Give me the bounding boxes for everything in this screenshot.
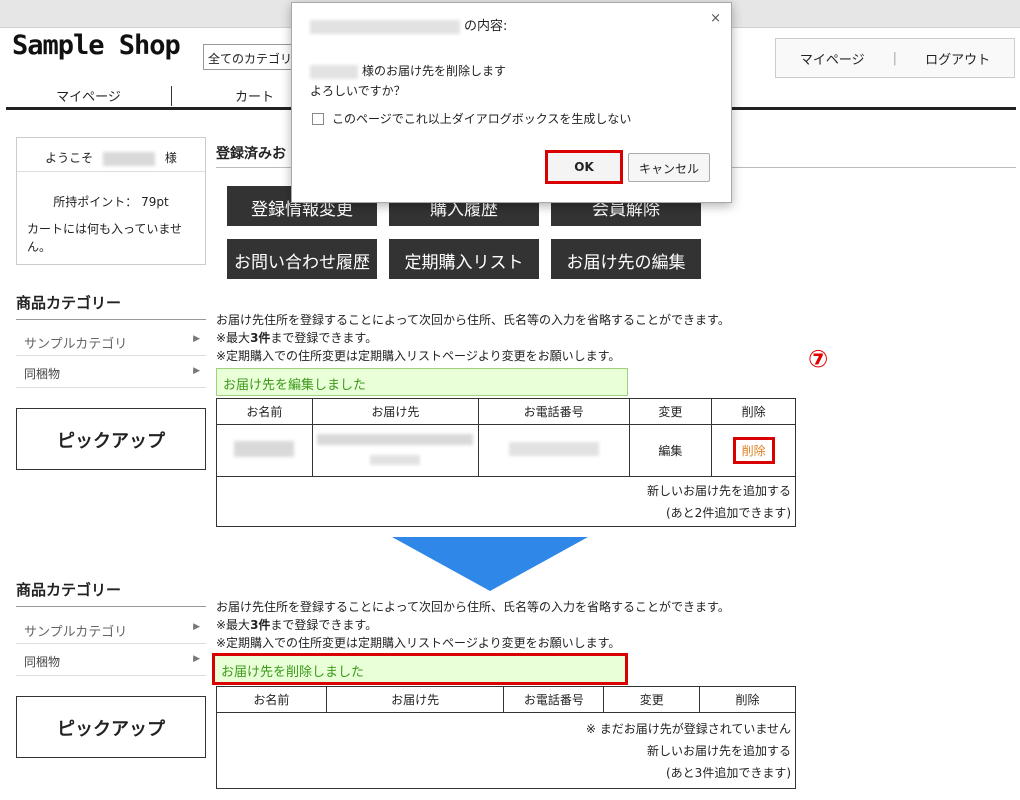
sidebar-item-bundled[interactable]: 同梱物 ▶	[16, 357, 206, 388]
col-delete: 削除	[699, 686, 796, 713]
checkbox-label: このページでこれ以上ダイアログボックスを生成しない	[332, 112, 632, 126]
down-arrow-icon	[392, 537, 588, 591]
redacted-username	[310, 64, 358, 79]
col-name: お名前	[216, 398, 313, 425]
info-line2: ※最大3件まで登録できます。	[216, 329, 730, 347]
info-line2-post: まで登録できます。	[270, 618, 378, 632]
redacted-address	[317, 433, 474, 445]
sidebar-item-sample-category[interactable]: サンプルカテゴリ ▶	[16, 613, 206, 644]
welcome-box: ようこそ 様 所持ポイント： 79pt カートには何も入っていません。	[16, 137, 206, 265]
close-icon[interactable]: ×	[710, 11, 721, 26]
dialog-message-line1: 様のお届け先を削除します	[310, 62, 506, 79]
cell-phone	[477, 424, 630, 477]
sidebar-item-label: 同梱物	[24, 367, 61, 381]
inquiry-history-button[interactable]: お問い合わせ履歴	[227, 239, 377, 279]
table-footer-row: 新しいお届け先を追加する (あと2件追加できます)	[216, 476, 796, 527]
cell-name	[216, 424, 313, 477]
subscription-list-button[interactable]: 定期購入リスト	[389, 239, 539, 279]
col-phone: お電話番号	[503, 686, 605, 713]
checkbox-icon[interactable]	[312, 112, 324, 125]
remaining-count: (あと3件追加できます)	[666, 765, 791, 780]
address-table-before: お名前 お届け先 お電話番号 変更 削除 編集 削除 新しいお届け先を追加する …	[216, 398, 796, 527]
redacted-name	[234, 441, 295, 457]
info-line1: お届け先住所を登録することによって次回から住所、氏名等の入力を省略することができ…	[216, 313, 730, 327]
step-marker: ⑦	[808, 345, 829, 373]
cell-delete: 削除	[711, 424, 796, 477]
welcome-prefix: ようこそ	[45, 151, 94, 165]
add-new-address-link[interactable]: 新しいお届け先を追加する	[217, 480, 791, 502]
user-menu: マイページ | ログアウト	[775, 38, 1015, 78]
pickup-banner[interactable]: ピックアップ	[16, 408, 206, 470]
sidebar-item-label: 同梱物	[24, 655, 61, 669]
redacted-username	[103, 151, 155, 166]
redacted-phone	[508, 442, 599, 456]
suppress-dialog-checkbox[interactable]: このページでこれ以上ダイアログボックスを生成しない	[312, 110, 631, 127]
info-line2: ※最大3件まで登録できます。	[216, 616, 730, 634]
edit-link[interactable]: 編集	[628, 424, 713, 477]
table-header-row: お名前 お届け先 お電話番号 変更 削除	[216, 686, 796, 713]
info-text: お届け先住所を登録することによって次回から住所、氏名等の入力を省略することができ…	[216, 598, 730, 652]
table-header-row: お名前 お届け先 お電話番号 変更 削除	[216, 398, 796, 425]
table-footer: 新しいお届け先を追加する (あと2件追加できます)	[216, 476, 796, 527]
cancel-button[interactable]: キャンセル	[628, 153, 710, 182]
col-delete: 削除	[711, 398, 796, 425]
info-line1: お届け先住所を登録することによって次回から住所、氏名等の入力を省略することができ…	[216, 600, 730, 614]
col-address: お届け先	[325, 686, 505, 713]
ok-button[interactable]: OK	[545, 150, 623, 184]
arrow-right-icon: ▶	[193, 622, 200, 632]
pickup-banner[interactable]: ピックアップ	[16, 696, 206, 758]
arrow-right-icon: ▶	[193, 654, 200, 664]
edit-delivery-button[interactable]: お届け先の編集	[551, 239, 701, 279]
category-heading: 商品カテゴリー	[16, 292, 206, 320]
address-table-after: お名前 お届け先 お電話番号 変更 削除 ※ まだお届け先が登録されていません …	[216, 686, 796, 789]
sidebar-item-label: サンプルカテゴリ	[24, 337, 128, 352]
table-row: 編集 削除	[216, 424, 796, 477]
dialog-title-suffix: の内容:	[464, 19, 508, 34]
info-line3: ※定期購入での住所変更は定期購入リストページより変更をお願いします。	[216, 349, 621, 363]
welcome-row: ようこそ 様	[17, 138, 205, 172]
redacted-host	[310, 19, 460, 34]
info-line2-pre: ※最大	[216, 331, 251, 345]
menu-separator: |	[892, 50, 898, 66]
sidebar-item-sample-category[interactable]: サンプルカテゴリ ▶	[16, 325, 206, 356]
dialog-title: の内容:	[310, 15, 507, 34]
table-footer-row: ※ まだお届け先が登録されていません 新しいお届け先を追加する (あと3件追加で…	[216, 712, 796, 789]
empty-message: ※ まだお届け先が登録されていません	[585, 721, 791, 736]
cell-address	[311, 424, 479, 477]
redacted-address	[370, 454, 421, 465]
add-new-address-link[interactable]: 新しいお届け先を追加する	[217, 740, 791, 762]
arrow-right-icon: ▶	[193, 334, 200, 344]
col-address: お届け先	[311, 398, 479, 425]
arrow-right-icon: ▶	[193, 366, 200, 376]
dialog-message-line2: よろしいですか？	[310, 84, 406, 98]
info-text: お届け先住所を登録することによって次回から住所、氏名等の入力を省略することができ…	[216, 311, 730, 365]
welcome-suffix: 様	[164, 151, 177, 165]
delete-success-notice: お届け先を削除しました	[212, 653, 628, 685]
delete-link[interactable]: 削除	[732, 437, 775, 464]
sidebar-item-bundled[interactable]: 同梱物 ▶	[16, 645, 206, 676]
col-name: お名前	[216, 686, 327, 713]
col-phone: お電話番号	[477, 398, 630, 425]
mypage-link[interactable]: マイページ	[800, 49, 865, 68]
shop-logo[interactable]: Sample Shop	[12, 30, 181, 61]
info-line2-bold: 3件	[250, 331, 271, 345]
info-line3: ※定期購入での住所変更は定期購入リストページより変更をお願いします。	[216, 636, 621, 650]
edit-success-notice: お届け先を編集しました	[216, 368, 628, 396]
col-edit: 変更	[603, 686, 701, 713]
remaining-count: (あと2件追加できます)	[666, 505, 791, 520]
category-heading: 商品カテゴリー	[16, 579, 206, 607]
col-edit: 変更	[628, 398, 713, 425]
category-select[interactable]: 全てのカテゴリ	[203, 44, 293, 70]
confirm-dialog: の内容: × 様のお届け先を削除します よろしいですか？ このページでこれ以上ダ…	[291, 2, 732, 203]
dialog-message-text: 様のお届け先を削除します	[362, 64, 507, 78]
points-text: 所持ポイント： 79pt	[53, 195, 169, 209]
sidebar-item-label: サンプルカテゴリ	[24, 625, 128, 640]
cart-status: カートには何も入っていません。	[27, 222, 183, 254]
info-line2-pre: ※最大	[216, 618, 251, 632]
table-footer: ※ まだお届け先が登録されていません 新しいお届け先を追加する (あと3件追加で…	[216, 712, 796, 789]
gnav-item-mypage[interactable]: マイページ	[6, 86, 171, 106]
logout-link[interactable]: ログアウト	[925, 49, 990, 68]
info-line2-bold: 3件	[250, 618, 271, 632]
info-line2-post: まで登録できます。	[270, 331, 378, 345]
